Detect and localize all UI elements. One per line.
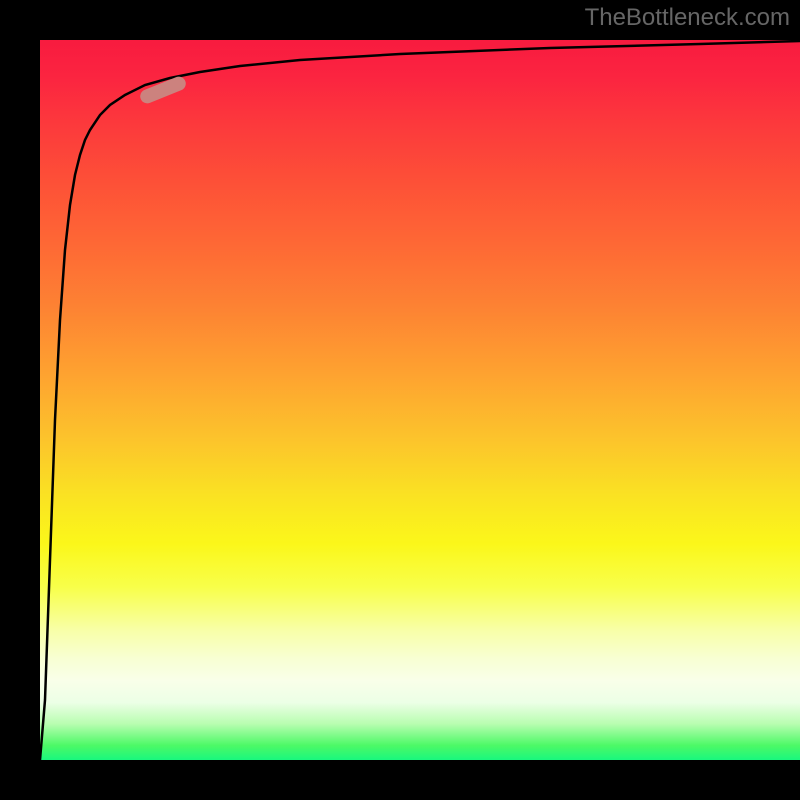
chart-container: TheBottleneck.com (0, 0, 800, 800)
watermark-text: TheBottleneck.com (585, 4, 790, 32)
chart-overlay (0, 0, 800, 800)
bottleneck-curve (40, 41, 800, 760)
